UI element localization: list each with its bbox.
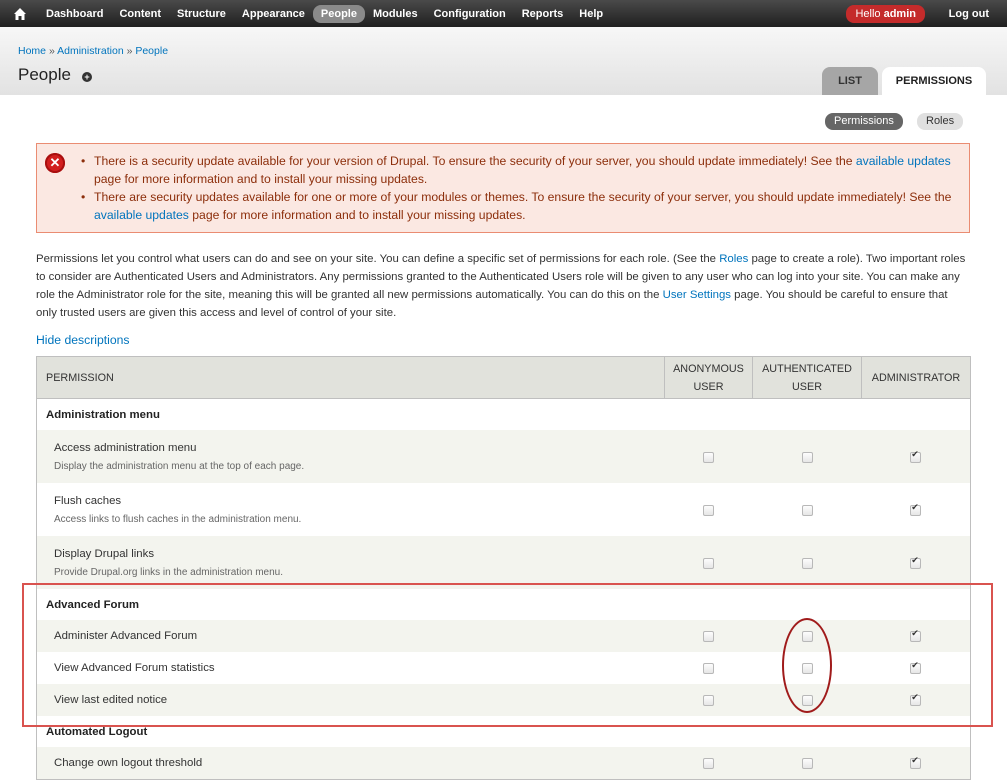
roles-link[interactable]: Roles	[719, 253, 748, 265]
available-updates-link[interactable]: available updates	[94, 208, 189, 222]
administrator-checkbox[interactable]	[910, 502, 922, 516]
permission-cell: Access administration menu Display the ad…	[36, 430, 665, 483]
menu-item-reports[interactable]: Reports	[514, 5, 572, 23]
anonymous-cell	[664, 747, 753, 780]
breadcrumb-people[interactable]: People	[135, 45, 168, 57]
menu-item-modules[interactable]: Modules	[365, 5, 426, 23]
anonymous-cell	[664, 536, 753, 589]
available-updates-link[interactable]: available updates	[856, 154, 951, 168]
authenticated-cell	[752, 747, 862, 780]
tab-list[interactable]: LIST	[822, 67, 878, 95]
anonymous-checkbox[interactable]	[703, 504, 714, 516]
permission-cell: Display Drupal links Provide Drupal.org l…	[36, 536, 665, 589]
table-row: Flush caches Access links to flush caches…	[36, 483, 971, 536]
permission-title: Change own logout threshold	[54, 757, 203, 769]
message-text: There are security updates available for…	[94, 190, 952, 204]
anonymous-cell	[664, 483, 753, 536]
anonymous-cell	[664, 430, 753, 483]
authenticated-checkbox[interactable]	[801, 758, 813, 770]
breadcrumb: Home » Administration » People	[18, 45, 168, 57]
menu-item-people[interactable]: People	[312, 4, 365, 23]
breadcrumb-home[interactable]: Home	[18, 45, 46, 57]
administrator-cell	[861, 430, 971, 483]
message-text: There is a security update available for…	[94, 154, 856, 168]
menu-item-configuration[interactable]: Configuration	[426, 5, 514, 23]
message-text: page for more information and to install…	[188, 208, 526, 222]
authenticated-checkbox[interactable]	[801, 451, 813, 463]
logout-link[interactable]: Log out	[949, 8, 989, 20]
error-x-icon: ✕	[45, 153, 65, 173]
header-text: AUTHENTICATED	[762, 362, 852, 375]
authenticated-checkbox[interactable]	[801, 557, 813, 569]
authenticated-cell	[752, 430, 862, 483]
administrator-checkbox[interactable]	[910, 755, 922, 770]
module-row: Administration menu	[36, 398, 971, 430]
error-message: There are security updates available for…	[81, 188, 964, 224]
admin-toolbar: Dashboard Content Structure Appearance P…	[0, 0, 1007, 27]
message-text: page for more information and to install…	[94, 172, 428, 186]
header-text: ANONYMOUS	[673, 362, 744, 375]
anonymous-checkbox[interactable]	[703, 758, 714, 770]
toolbar-menu: Dashboard Content Structure Appearance P…	[38, 0, 611, 27]
greeting-text: Hello	[855, 8, 881, 20]
menu-item-structure[interactable]: Structure	[169, 5, 234, 23]
error-messages: ✕ There is a security update available f…	[36, 143, 970, 233]
subtab-permissions[interactable]: Permissions	[825, 113, 903, 130]
administrator-cell	[861, 483, 971, 536]
table-row: Access administration menu Display the ad…	[36, 430, 971, 483]
breadcrumb-administration[interactable]: Administration	[57, 45, 124, 57]
table-header-row: PERMISSION ANONYMOUS USER AUTHENTICATED US…	[36, 356, 971, 399]
plus-circle-icon[interactable]: +	[82, 72, 92, 82]
administrator-checkbox[interactable]	[910, 555, 922, 569]
breadcrumb-separator: »	[126, 45, 133, 57]
highlight-ellipse	[782, 618, 832, 713]
page-title: People	[18, 65, 71, 84]
home-icon[interactable]	[12, 6, 28, 22]
tab-permissions[interactable]: PERMISSIONS	[882, 67, 986, 95]
permission-cell: Change own logout threshold	[36, 747, 665, 780]
permission-description: Display the administration menu at the t…	[54, 460, 305, 472]
permissions-description: Permissions let you control what users c…	[36, 250, 970, 322]
menu-item-appearance[interactable]: Appearance	[234, 5, 313, 23]
permission-description: Access links to flush caches in the admi…	[54, 513, 302, 525]
permission-description: Provide Drupal.org links in the administ…	[54, 566, 283, 578]
header-anonymous-user: ANONYMOUS USER	[664, 356, 753, 399]
anonymous-checkbox[interactable]	[703, 451, 714, 463]
table-row: Display Drupal links Provide Drupal.org l…	[36, 536, 971, 589]
header-permission: PERMISSION	[36, 356, 665, 399]
highlight-rectangle	[22, 583, 993, 727]
permission-title: Display Drupal links	[54, 547, 155, 560]
menu-item-dashboard[interactable]: Dashboard	[38, 5, 111, 23]
subtab-roles[interactable]: Roles	[917, 113, 964, 130]
header-text: USER	[792, 380, 822, 393]
header-text: USER	[693, 380, 724, 393]
administrator-cell	[861, 747, 971, 780]
permission-title: Access administration menu	[54, 441, 197, 454]
header-authenticated-user: AUTHENTICATED USER	[752, 356, 862, 399]
authenticated-checkbox[interactable]	[801, 504, 813, 516]
description-text: Permissions let you control what users c…	[36, 253, 720, 265]
header-administrator: ADMINISTRATOR	[861, 356, 971, 399]
permission-title: Flush caches	[54, 494, 122, 507]
administrator-cell	[861, 536, 971, 589]
authenticated-cell	[752, 483, 862, 536]
menu-item-content[interactable]: Content	[111, 5, 169, 23]
breadcrumb-separator: »	[48, 45, 55, 57]
hide-descriptions-link[interactable]: Hide descriptions	[36, 333, 129, 347]
user-greeting[interactable]: Hello admin	[846, 5, 925, 23]
user-settings-link[interactable]: User Settings	[663, 289, 731, 301]
module-name: Administration menu	[36, 398, 971, 430]
error-message: There is a security update available for…	[81, 152, 964, 188]
menu-item-help[interactable]: Help	[571, 5, 611, 23]
page-header: Home » Administration » People People + …	[0, 27, 1007, 95]
table-row: Change own logout threshold	[36, 747, 971, 780]
administrator-checkbox[interactable]	[910, 449, 922, 463]
anonymous-checkbox[interactable]	[703, 557, 714, 569]
permission-cell: Flush caches Access links to flush caches…	[36, 483, 665, 536]
username: admin	[883, 8, 916, 20]
error-list: There is a security update available for…	[81, 152, 964, 224]
authenticated-cell	[752, 536, 862, 589]
